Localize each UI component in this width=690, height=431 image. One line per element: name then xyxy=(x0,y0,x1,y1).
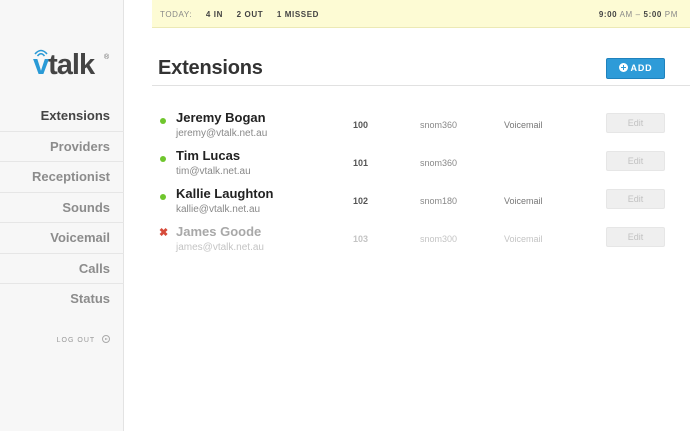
extension-email: james@vtalk.net.au xyxy=(176,242,264,253)
today-summary: TODAY: 4 IN 2 OUT 1 MISSED xyxy=(160,0,319,29)
missed-label: MISSED xyxy=(284,10,320,19)
extension-number: 100 xyxy=(353,120,369,130)
sidebar-item-voicemail[interactable]: Voicemail xyxy=(0,223,124,254)
sidebar-item-receptionist[interactable]: Receptionist xyxy=(0,162,124,193)
hours-start: 9:00 xyxy=(598,10,618,19)
hours-separator: – xyxy=(635,10,641,19)
extension-number: 101 xyxy=(353,158,369,168)
vtalk-logo[interactable]: vtalk ® xyxy=(30,46,114,82)
online-status-icon xyxy=(160,118,166,124)
extension-device: snom180 xyxy=(420,196,458,206)
today-label: TODAY: xyxy=(160,10,193,19)
sidebar-nav: Extensions Providers Receptionist Sounds… xyxy=(0,101,124,315)
missed-count: 1 xyxy=(276,10,282,19)
out-label: OUT xyxy=(244,10,264,19)
add-button-label: ADD xyxy=(630,63,653,73)
header-divider xyxy=(152,85,690,86)
extension-name: Tim Lucas xyxy=(176,148,241,163)
extension-name: Kallie Laughton xyxy=(176,186,274,201)
hours-end: 5:00 xyxy=(643,10,662,19)
edit-button[interactable]: Edit xyxy=(606,227,665,247)
in-label: IN xyxy=(213,10,223,19)
extension-voicemail: Voicemail xyxy=(504,120,543,130)
extension-name: James Goode xyxy=(176,224,262,239)
logout-label: LOG OUT xyxy=(56,337,96,344)
extension-name: Jeremy Bogan xyxy=(176,110,266,125)
extension-number: 102 xyxy=(353,196,369,206)
business-hours: 9:00 AM – 5:00 PM xyxy=(599,0,678,29)
extension-row: ✖ James Goode james@vtalk.net.au 103 sno… xyxy=(152,224,690,262)
registered-mark: ® xyxy=(104,54,110,61)
extension-voicemail: Voicemail xyxy=(504,234,543,244)
extension-row: Jeremy Bogan jeremy@vtalk.net.au 100 sno… xyxy=(152,110,690,148)
out-count: 2 xyxy=(236,10,242,19)
logout-link[interactable]: LOG OUT xyxy=(0,335,124,344)
extension-row: Tim Lucas tim@vtalk.net.au 101 snom360 E… xyxy=(152,148,690,186)
add-extension-button[interactable]: ADD xyxy=(606,58,665,79)
sidebar-item-providers[interactable]: Providers xyxy=(0,132,124,162)
sidebar: vtalk ® Extensions Providers Receptionis… xyxy=(0,0,124,431)
extension-number: 103 xyxy=(353,234,369,244)
extension-voicemail: Voicemail xyxy=(504,196,543,206)
sidebar-item-calls[interactable]: Calls xyxy=(0,254,124,284)
extension-email: tim@vtalk.net.au xyxy=(176,166,251,177)
extension-row: Kallie Laughton kallie@vtalk.net.au 102 … xyxy=(152,186,690,224)
extension-device: snom360 xyxy=(420,120,458,130)
hours-end-suffix: PM xyxy=(664,10,678,19)
extension-device: snom360 xyxy=(420,158,458,168)
plus-circle-icon xyxy=(618,63,628,72)
logout-arrow-icon xyxy=(102,335,110,343)
call-summary-bar: TODAY: 4 IN 2 OUT 1 MISSED 9:00 AM – 5:0… xyxy=(152,0,690,28)
logo-wordmark: vtalk xyxy=(33,49,95,81)
hours-start-suffix: AM xyxy=(619,10,633,19)
edit-button[interactable]: Edit xyxy=(606,151,665,171)
online-status-icon xyxy=(160,194,166,200)
in-count: 4 xyxy=(205,10,211,19)
sidebar-item-sounds[interactable]: Sounds xyxy=(0,193,124,223)
edit-button[interactable]: Edit xyxy=(606,113,665,133)
online-status-icon xyxy=(160,156,166,162)
edit-button[interactable]: Edit xyxy=(606,189,665,209)
offline-x-icon: ✖ xyxy=(159,227,169,239)
sidebar-item-status[interactable]: Status xyxy=(0,284,124,315)
extension-email: jeremy@vtalk.net.au xyxy=(176,128,268,139)
extension-email: kallie@vtalk.net.au xyxy=(176,204,261,215)
sidebar-item-extensions[interactable]: Extensions xyxy=(0,101,124,132)
page-title: Extensions xyxy=(158,57,263,79)
extension-device: snom300 xyxy=(420,234,458,244)
